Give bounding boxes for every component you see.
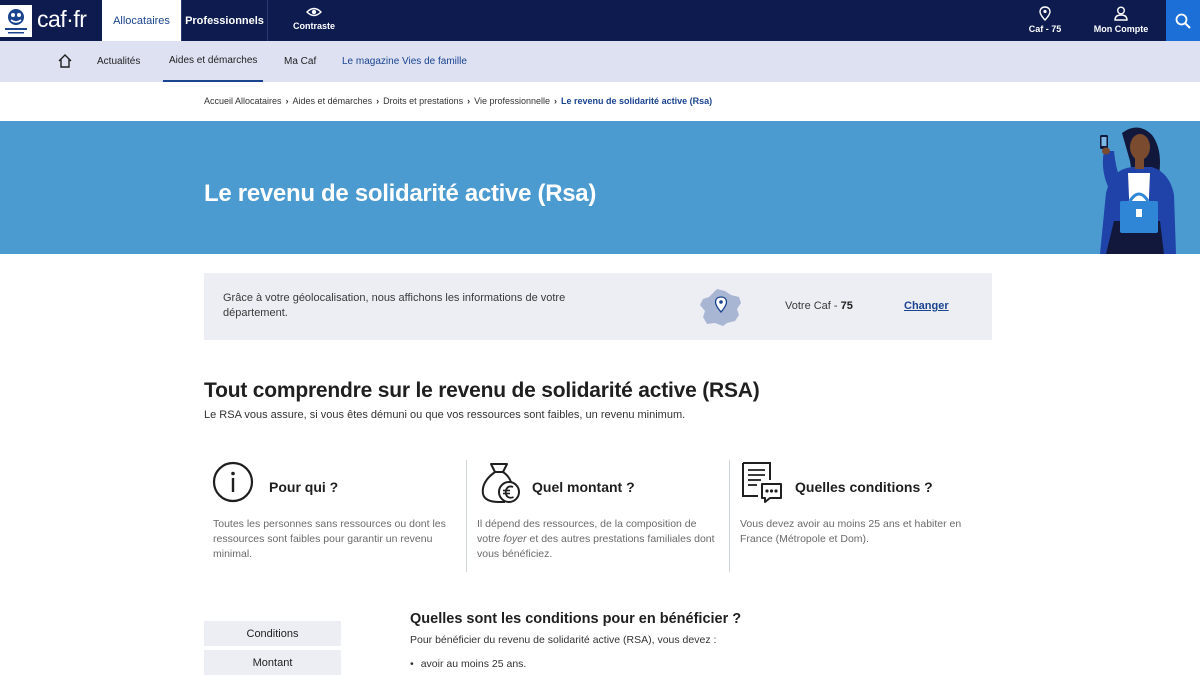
caf-location-button[interactable]: Caf - 75 [1022, 6, 1068, 34]
user-icon [1114, 6, 1128, 21]
contrast-label: Contraste [292, 21, 335, 31]
page-title: Le revenu de solidarité active (Rsa) [204, 180, 597, 207]
section-subtitle: Le RSA vous assure, si vous êtes démuni … [204, 409, 686, 421]
logo-text: caf·fr [37, 6, 87, 32]
top-bar: caf·fr Allocataires Professionnels Contr… [0, 0, 1200, 41]
home-button[interactable] [57, 53, 73, 69]
hero-banner: Le revenu de solidarité active (Rsa) [0, 121, 1200, 254]
search-button[interactable] [1166, 0, 1200, 41]
geolocation-text: Grâce à votre géolocalisation, nous affi… [223, 292, 566, 319]
card-description: Toutes les personnes sans ressources ou … [213, 518, 446, 560]
conditions-intro: Pour bénéficier du revenu de solidarité … [410, 634, 717, 646]
tab-allocataires[interactable]: Allocataires [102, 0, 181, 41]
breadcrumb-item[interactable]: Accueil Allocataires [204, 96, 282, 106]
card-pour-qui: Pour qui ? Toutes les personnes sans res… [204, 460, 466, 572]
nav-item-magazine[interactable]: Le magazine Vies de famille [342, 41, 467, 82]
card-title: Pour qui ? [269, 479, 339, 495]
nav-item-ma-caf[interactable]: Ma Caf [284, 41, 316, 82]
home-icon [58, 54, 72, 68]
card-title: Quel montant ? [532, 479, 635, 495]
caf-logo[interactable]: caf·fr [0, 0, 100, 41]
nav-item-aides[interactable]: Aides et démarches [163, 41, 264, 82]
current-caf: Votre Caf - 75 [785, 300, 853, 312]
card-quelles-conditions: Quelles conditions ? Vous devez avoir au… [729, 460, 991, 572]
info-icon [212, 461, 254, 503]
section-title: Tout comprendre sur le revenu de solidar… [204, 379, 760, 402]
search-icon [1175, 13, 1191, 29]
breadcrumb-item[interactable]: Aides et démarches [293, 96, 373, 106]
breadcrumb-item[interactable]: Droits et prestations [383, 96, 463, 106]
geolocation-box: Grâce à votre géolocalisation, nous affi… [204, 273, 992, 340]
france-map-icon [700, 289, 741, 326]
card-quel-montant: Quel montant ? Il dépend des ressources,… [466, 460, 728, 572]
breadcrumb: Accueil Allocataires › Aides et démarches ›… [204, 96, 712, 106]
card-description: Il dépend des ressources, de la composit… [477, 517, 722, 562]
republique-emblem-icon [0, 5, 32, 37]
tab-professionnels[interactable]: Professionnels [181, 0, 268, 41]
main-nav: Actualités Aides et démarches Ma Caf Le … [0, 41, 1200, 82]
location-pin-icon [1039, 6, 1051, 21]
current-caf-prefix: Votre Caf - [785, 300, 841, 312]
account-label: Mon Compte [1093, 24, 1149, 34]
account-button[interactable]: Mon Compte [1088, 6, 1154, 34]
woman-phone-illustration [1100, 127, 1176, 254]
foyer-term[interactable]: foyer [503, 533, 526, 545]
money-bag-icon [481, 463, 520, 503]
breadcrumb-item[interactable]: Vie professionnelle [474, 96, 550, 106]
chevron-right-icon: › [467, 96, 471, 106]
contrast-toggle[interactable]: Contraste [282, 6, 346, 31]
document-chat-icon [742, 462, 782, 503]
card-description: Vous devez avoir au moins 25 ans et habi… [740, 518, 962, 545]
chevron-right-icon: › [554, 96, 558, 106]
chevron-right-icon: › [285, 96, 289, 106]
conditions-title: Quelles sont les conditions pour en béné… [410, 611, 742, 627]
conditions-bullet: avoir au moins 25 ans. [410, 658, 527, 670]
side-nav-conditions[interactable]: Conditions [204, 621, 341, 646]
chevron-right-icon: › [376, 96, 380, 106]
nav-item-actualites[interactable]: Actualités [97, 41, 140, 82]
current-caf-number: 75 [840, 300, 853, 312]
breadcrumb-current: Le revenu de solidarité active (Rsa) [561, 96, 713, 106]
card-title: Quelles conditions ? [795, 479, 933, 495]
change-caf-link[interactable]: Changer [904, 300, 949, 312]
side-nav-montant[interactable]: Montant [204, 650, 341, 675]
caf-location-label: Caf - 75 [1028, 24, 1062, 34]
eye-icon [306, 7, 322, 17]
